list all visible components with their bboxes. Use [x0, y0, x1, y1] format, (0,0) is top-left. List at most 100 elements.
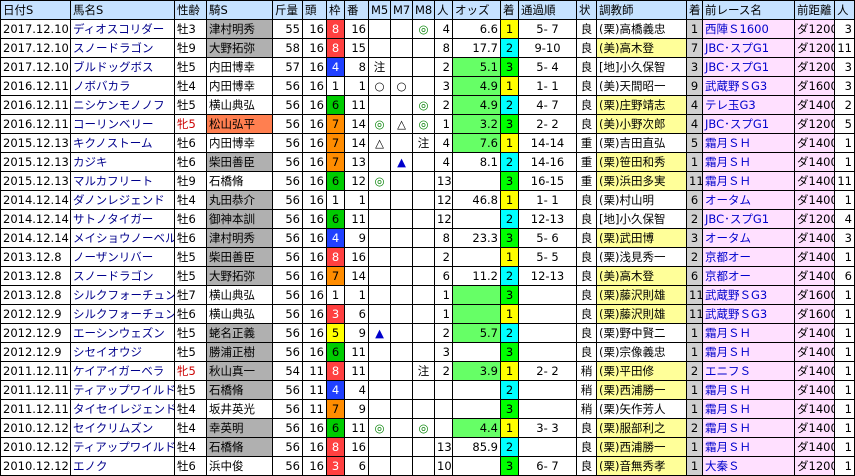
column-header[interactable]: オッズ [452, 0, 501, 20]
table-row[interactable]: 2013.12.8 シルクフォーチュン 牡7 横山典弘 56 16 1 1 1 3 良 (栗)藤沢則雄… [0, 285, 855, 305]
prev-race-link[interactable]: 霜月ＳＨ [702, 133, 795, 153]
column-header[interactable]: 騎S [206, 0, 273, 20]
column-header[interactable]: 前レース名 [702, 0, 795, 20]
table-row[interactable]: 2011.12.11 ティアップワイルド 牡5 石橋脩 56 11 4 4 2 稍 (栗)西浦勝一 1… [0, 380, 855, 400]
prev-race-link[interactable]: 霜月ＳＨ [702, 437, 795, 457]
finish-rank: 2 [500, 209, 519, 229]
horse-name-link[interactable]: ケイアイガーベラ [70, 361, 175, 381]
table-row[interactable]: 2015.12.13 カジキ 牡6 柴田善臣 56 16 7 13 ▲ 4 8.1 2 14-16 重 (栗… [0, 152, 855, 172]
column-header[interactable]: 人 [834, 0, 855, 20]
horse-name-link[interactable]: シルクフォーチュン [70, 304, 175, 324]
horse-name-link[interactable]: ダノンレジェンド [70, 190, 175, 210]
horse-name-link[interactable]: エノク [70, 456, 175, 476]
prev-race-link[interactable]: JBC･スプG1 [702, 57, 795, 77]
table-row[interactable]: 2010.12.12 エノク 牡6 浜中俊 56 16 3 6 10 3 6- 7 良 (栗)音無秀孝 1… [0, 456, 855, 476]
table-row[interactable]: 2014.12.14 メイショウノーベル 牡6 津村明秀 56 16 4 9 8 23.3 3 5- … [0, 228, 855, 248]
gate-frame: 1 [326, 285, 345, 305]
column-header[interactable]: 枠 [326, 0, 345, 20]
column-header[interactable]: 着 [500, 0, 519, 20]
horse-name-link[interactable]: サトノタイガー [70, 209, 175, 229]
horse-name-link[interactable]: カジキ [70, 152, 175, 172]
prev-race-link[interactable]: 京都オー [702, 247, 795, 267]
horse-number: 1 [344, 285, 369, 305]
table-row[interactable]: 2016.12.11 ノボバカラ 牡4 内田博幸 56 16 1 1 ○ ○ 3 4.9 1 1- 1 良(… [0, 76, 855, 96]
prev-race-link[interactable]: 霜月ＳＨ [702, 418, 795, 438]
table-row[interactable]: 2010.12.12 セイクリムズン 牡4 幸英明 56 16 6 11 ◎ ◎ 4.4 1 3- 3良… [0, 418, 855, 438]
table-row[interactable]: 2015.12.13 キクノストーム 牡6 内田博幸 56 16 7 14 △ 注 4 7.6 1 14-… [0, 133, 855, 153]
horse-name-link[interactable]: ディオスコリダー [70, 19, 175, 39]
column-header[interactable]: M7 [390, 0, 413, 20]
prev-race-link[interactable]: 霜月ＳＨ [702, 152, 795, 172]
column-header[interactable]: 調教師 [596, 0, 687, 20]
horse-name-link[interactable]: シセイオウジ [70, 342, 175, 362]
column-header[interactable]: M5 [368, 0, 391, 20]
table-row[interactable]: 2016.12.11 ニシケンモノノフ 牡5 横山典弘 56 16 6 11 ◎ 2 4.9 2 4- … [0, 95, 855, 115]
table-row[interactable]: 2017.12.10 スノードラゴン 牡9 大野拓弥 58 16 8 15 8 17.7 2 9-10… [0, 38, 855, 58]
column-header[interactable]: 状 [576, 0, 597, 20]
column-header[interactable]: 斤量 [272, 0, 303, 20]
column-header[interactable]: 人 [434, 0, 453, 20]
prev-race-link[interactable]: オータム [702, 228, 795, 248]
prev-race-link[interactable]: 霜月ＳＨ [702, 399, 795, 419]
column-header[interactable]: 番 [344, 0, 369, 20]
table-row[interactable]: 2010.12.12 ティアップワイルド 牡4 石橋脩 56 16 8 16 13 85.9 2 良(… [0, 437, 855, 457]
horse-name-link[interactable]: ノボバカラ [70, 76, 175, 96]
horse-name-link[interactable]: ノーザンリバー [70, 247, 175, 267]
prev-race-link[interactable]: テレ玉G3 [702, 95, 795, 115]
horse-name-link[interactable]: ニシケンモノノフ [70, 95, 175, 115]
track-condition: 重 [576, 133, 597, 153]
horse-name-link[interactable]: マルカフリート [70, 171, 175, 191]
horse-name-link[interactable]: ティアップワイルド [70, 380, 175, 400]
prev-race-link[interactable]: 武蔵野ＳG3 [702, 76, 795, 96]
finish-rank: 3 [500, 285, 519, 305]
horse-name-link[interactable]: コーリンベリー [70, 114, 175, 134]
horse-name-link[interactable]: スノードラゴン [70, 266, 175, 286]
table-row[interactable]: 2013.12.8 ノーザンリバー 牡5 柴田善臣 56 16 8 16 2 1 5- 5 良 (栗)浅… [0, 247, 855, 267]
horse-name-link[interactable]: エーシンウェズン [70, 323, 175, 343]
prev-race-link[interactable]: エニフＳ [702, 361, 795, 381]
column-header[interactable]: 前距離 [794, 0, 835, 20]
track-condition: 重 [576, 152, 597, 172]
table-row[interactable]: 2012.12.9 エーシンウェズン 牡5 蛯名正義 56 16 5 9 ▲ 2 5.7 2 良 (栗)野… [0, 323, 855, 343]
prev-race-link[interactable]: JBC･スプG1 [702, 209, 795, 229]
column-header[interactable]: 日付S [0, 0, 71, 20]
prev-race-link[interactable]: 武蔵野ＳG3 [702, 285, 795, 305]
horse-name-link[interactable]: シルクフォーチュン [70, 285, 175, 305]
table-row[interactable]: 2017.12.10 ブルドッグボス 牡5 内田博幸 57 16 4 8 注 2 5.1 3 5- 4良… [0, 57, 855, 77]
odds-value: 46.8 [452, 190, 501, 210]
table-row[interactable]: 2014.12.14 サトノタイガー 牡6 御神本訓 56 16 6 11 12 2 12-13 良[… [0, 209, 855, 229]
prev-race-link[interactable]: 霜月ＳＨ [702, 323, 795, 343]
horse-name-link[interactable]: タイセイレジェンド [70, 399, 175, 419]
horse-name-link[interactable]: スノードラゴン [70, 38, 175, 58]
prev-race-link[interactable]: 霜月ＳＨ [702, 171, 795, 191]
column-header[interactable]: 性齢 [174, 0, 207, 20]
prev-race-link[interactable]: JBC･スプG1 [702, 114, 795, 134]
prev-race-link[interactable]: 霜月ＳＨ [702, 342, 795, 362]
prev-race-link[interactable]: オータム [702, 190, 795, 210]
prev-race-link[interactable]: 武蔵野ＳG3 [702, 304, 795, 324]
table-row[interactable]: 2012.12.9 シルクフォーチュン 牡6 横山典弘 56 16 3 6 1 1 良 (栗)藤沢則雄… [0, 304, 855, 324]
table-row[interactable]: 2015.12.13 マルカフリート 牡9 石橋脩 56 16 6 12 ◎ 13 3 16-15 重(… [0, 171, 855, 191]
horse-name-link[interactable]: ブルドッグボス [70, 57, 175, 77]
prev-race-link[interactable]: 大秦Ｓ [702, 456, 795, 476]
column-header[interactable]: 馬名S [70, 0, 175, 20]
horse-name-link[interactable]: メイショウノーベル [70, 228, 175, 248]
column-header[interactable]: 通過順 [518, 0, 577, 20]
prev-race-link[interactable]: JBC･スプG1 [702, 38, 795, 58]
horse-name-link[interactable]: セイクリムズン [70, 418, 175, 438]
horse-name-link[interactable]: キクノストーム [70, 133, 175, 153]
table-row[interactable]: 2013.12.8 スノードラゴン 牡5 大野拓弥 56 16 7 14 6 11.2 2 12-13… [0, 266, 855, 286]
column-header[interactable]: 着 [686, 0, 703, 20]
table-row[interactable]: 2011.12.11 タイセイレジェンド 牡4 坂井英光 56 11 7 9 3 稍 (栗)矢作芳人… [0, 399, 855, 419]
horse-name-link[interactable]: ティアップワイルド [70, 437, 175, 457]
column-header[interactable]: 頭 [302, 0, 327, 20]
table-row[interactable]: 2016.12.11 コーリンベリー 牝5 松山弘平 56 16 7 14 ◎ △ ◎ 1 3.2 3 2-… [0, 114, 855, 134]
table-row[interactable]: 2011.12.11 ケイアイガーベラ 牝5 秋山真一 54 11 8 11 注 2 3.9 1 2- … [0, 361, 855, 381]
prev-race-link[interactable]: 京都オー [702, 266, 795, 286]
prev-race-link[interactable]: 霜月ＳＨ [702, 380, 795, 400]
table-row[interactable]: 2012.12.9 シセイオウジ 牡5 勝浦正樹 56 16 6 11 3 3 良 (栗)宗像義忠 1 霜… [0, 342, 855, 362]
prev-race-link[interactable]: 西陣Ｓ1600 [702, 19, 795, 39]
table-row[interactable]: 2017.12.10 ディオスコリダー 牡3 津村明秀 55 16 8 16 ◎ 4 6.6 1 5- … [0, 19, 855, 39]
column-header[interactable]: M8 [412, 0, 435, 20]
table-row[interactable]: 2014.12.14 ダノンレジェンド 牡4 丸田恭介 56 16 1 1 12 46.8 1 1- … [0, 190, 855, 210]
